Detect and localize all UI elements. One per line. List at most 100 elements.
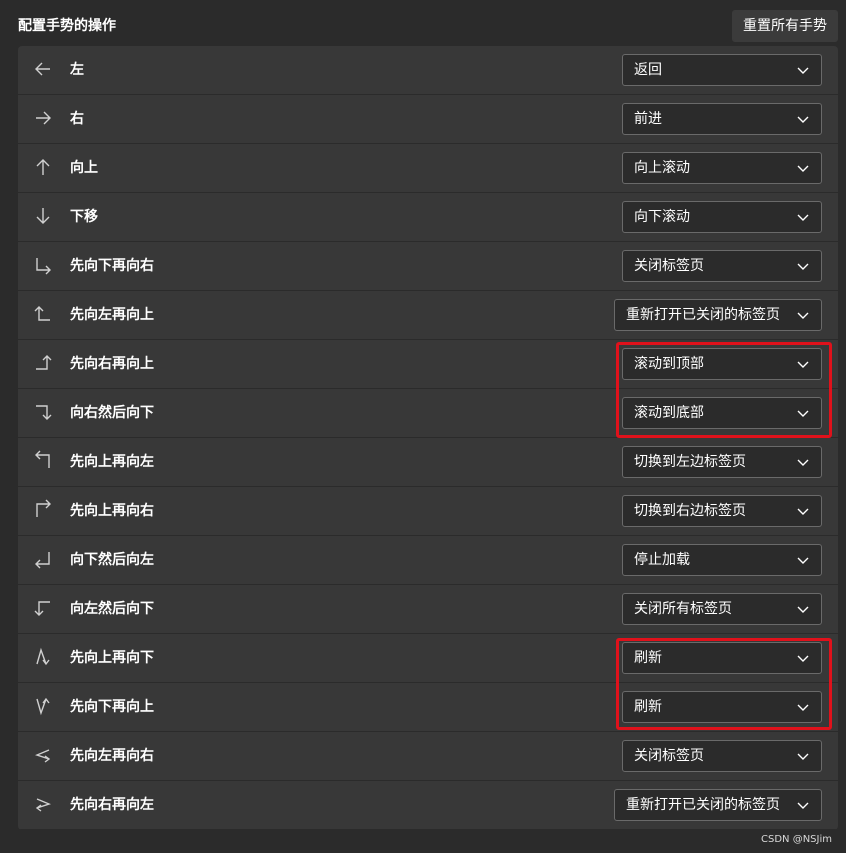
gesture-row-left-right: 先向左再向右 关闭标签页 [18,732,838,781]
gesture-action-select[interactable]: 向上滚动 [622,152,822,184]
gesture-row-up-down: 先向上再向下 刷新 [18,634,838,683]
select-value: 刷新 [634,650,662,666]
gesture-settings-page: 配置手势的操作 重置所有手势 左 返回 右 前进 向上 向上滚动 下移 向下滚动… [0,0,846,853]
gesture-row-right: 右 前进 [18,95,838,144]
gesture-action-select[interactable]: 刷新 [622,642,822,674]
gesture-row-down-right: 先向下再向右 关闭标签页 [18,242,838,291]
gesture-label: 向下然后向左 [70,552,154,568]
gesture-action-select[interactable]: 前进 [622,103,822,135]
select-value: 前进 [634,111,662,127]
up-then-right-icon [32,499,54,521]
arrow-up-icon [32,156,54,178]
gesture-action-select[interactable]: 重新打开已关闭的标签页 [614,299,822,331]
reset-all-gestures-button[interactable]: 重置所有手势 [732,10,838,42]
down-then-up-icon [32,695,54,717]
up-then-down-icon [32,646,54,668]
gesture-label: 先向下再向右 [70,258,154,274]
gesture-action-select[interactable]: 返回 [622,54,822,86]
gesture-label: 左 [70,62,84,78]
gesture-label: 下移 [70,209,98,225]
gesture-row-left-up: 先向左再向上 重新打开已关闭的标签页 [18,291,838,340]
gesture-label: 先向上再向下 [70,650,154,666]
right-then-down-icon [32,401,54,423]
select-value: 向上滚动 [634,160,690,176]
select-value: 滚动到底部 [634,405,704,421]
gesture-label: 先向下再向上 [70,699,154,715]
gesture-label: 右 [70,111,84,127]
chevron-down-icon [797,214,809,221]
gesture-row-up-left: 先向上再向左 切换到左边标签页 [18,438,838,487]
gesture-row-up: 向上 向上滚动 [18,144,838,193]
chevron-down-icon [797,312,809,319]
up-then-left-icon [32,450,54,472]
gesture-action-select[interactable]: 切换到右边标签页 [622,495,822,527]
arrow-down-icon [32,205,54,227]
right-then-up-icon [32,352,54,374]
select-value: 关闭标签页 [634,258,704,274]
chevron-down-icon [797,606,809,613]
gesture-action-select[interactable]: 停止加载 [622,544,822,576]
select-value: 切换到右边标签页 [634,503,746,519]
gesture-action-select[interactable]: 切换到左边标签页 [622,446,822,478]
chevron-down-icon [797,459,809,466]
gesture-action-select[interactable]: 重新打开已关闭的标签页 [614,789,822,821]
chevron-down-icon [797,753,809,760]
select-value: 重新打开已关闭的标签页 [626,797,780,813]
chevron-down-icon [797,361,809,368]
chevron-down-icon [797,655,809,662]
arrow-left-icon [32,58,54,80]
down-then-left-icon [32,548,54,570]
gesture-action-select[interactable]: 向下滚动 [622,201,822,233]
gesture-action-select[interactable]: 刷新 [622,691,822,723]
gesture-row-down-left: 向下然后向左 停止加载 [18,536,838,585]
gesture-list: 左 返回 右 前进 向上 向上滚动 下移 向下滚动 先向下再向右 关闭标签页 先… [18,46,838,830]
left-then-down-icon [32,597,54,619]
header: 配置手势的操作 重置所有手势 [0,0,846,46]
right-then-left-icon [32,793,54,815]
gesture-label: 向上 [70,160,98,176]
chevron-down-icon [797,116,809,123]
gesture-row-down-up: 先向下再向上 刷新 [18,683,838,732]
chevron-down-icon [797,410,809,417]
gesture-action-select[interactable]: 滚动到顶部 [622,348,822,380]
gesture-label: 先向右再向左 [70,797,154,813]
gesture-label: 先向左再向右 [70,748,154,764]
gesture-row-right-left: 先向右再向左 重新打开已关闭的标签页 [18,781,838,830]
gesture-label: 先向左再向上 [70,307,154,323]
chevron-down-icon [797,508,809,515]
select-value: 向下滚动 [634,209,690,225]
gesture-action-select[interactable]: 关闭标签页 [622,250,822,282]
gesture-label: 向左然后向下 [70,601,154,617]
gesture-row-right-down: 向右然后向下 滚动到底部 [18,389,838,438]
gesture-action-select[interactable]: 滚动到底部 [622,397,822,429]
page-title: 配置手势的操作 [18,18,116,34]
chevron-down-icon [797,557,809,564]
select-value: 重新打开已关闭的标签页 [626,307,780,323]
gesture-action-select[interactable]: 关闭标签页 [622,740,822,772]
arrow-right-icon [32,107,54,129]
chevron-down-icon [797,67,809,74]
gesture-label: 向右然后向下 [70,405,154,421]
gesture-label: 先向上再向右 [70,503,154,519]
gesture-label: 先向上再向左 [70,454,154,470]
select-value: 停止加载 [634,552,690,568]
chevron-down-icon [797,802,809,809]
gesture-row-up-right: 先向上再向右 切换到右边标签页 [18,487,838,536]
select-value: 滚动到顶部 [634,356,704,372]
select-value: 返回 [634,62,662,78]
select-value: 切换到左边标签页 [634,454,746,470]
gesture-action-select[interactable]: 关闭所有标签页 [622,593,822,625]
chevron-down-icon [797,263,809,270]
select-value: 刷新 [634,699,662,715]
left-then-up-icon [32,303,54,325]
select-value: 关闭标签页 [634,748,704,764]
select-value: 关闭所有标签页 [634,601,732,617]
gesture-row-left: 左 返回 [18,46,838,95]
watermark: CSDN @NSJim [761,834,832,845]
left-then-right-icon [32,744,54,766]
gesture-row-left-down: 向左然后向下 关闭所有标签页 [18,585,838,634]
chevron-down-icon [797,165,809,172]
chevron-down-icon [797,704,809,711]
gesture-row-right-up: 先向右再向上 滚动到顶部 [18,340,838,389]
down-then-right-icon [32,254,54,276]
